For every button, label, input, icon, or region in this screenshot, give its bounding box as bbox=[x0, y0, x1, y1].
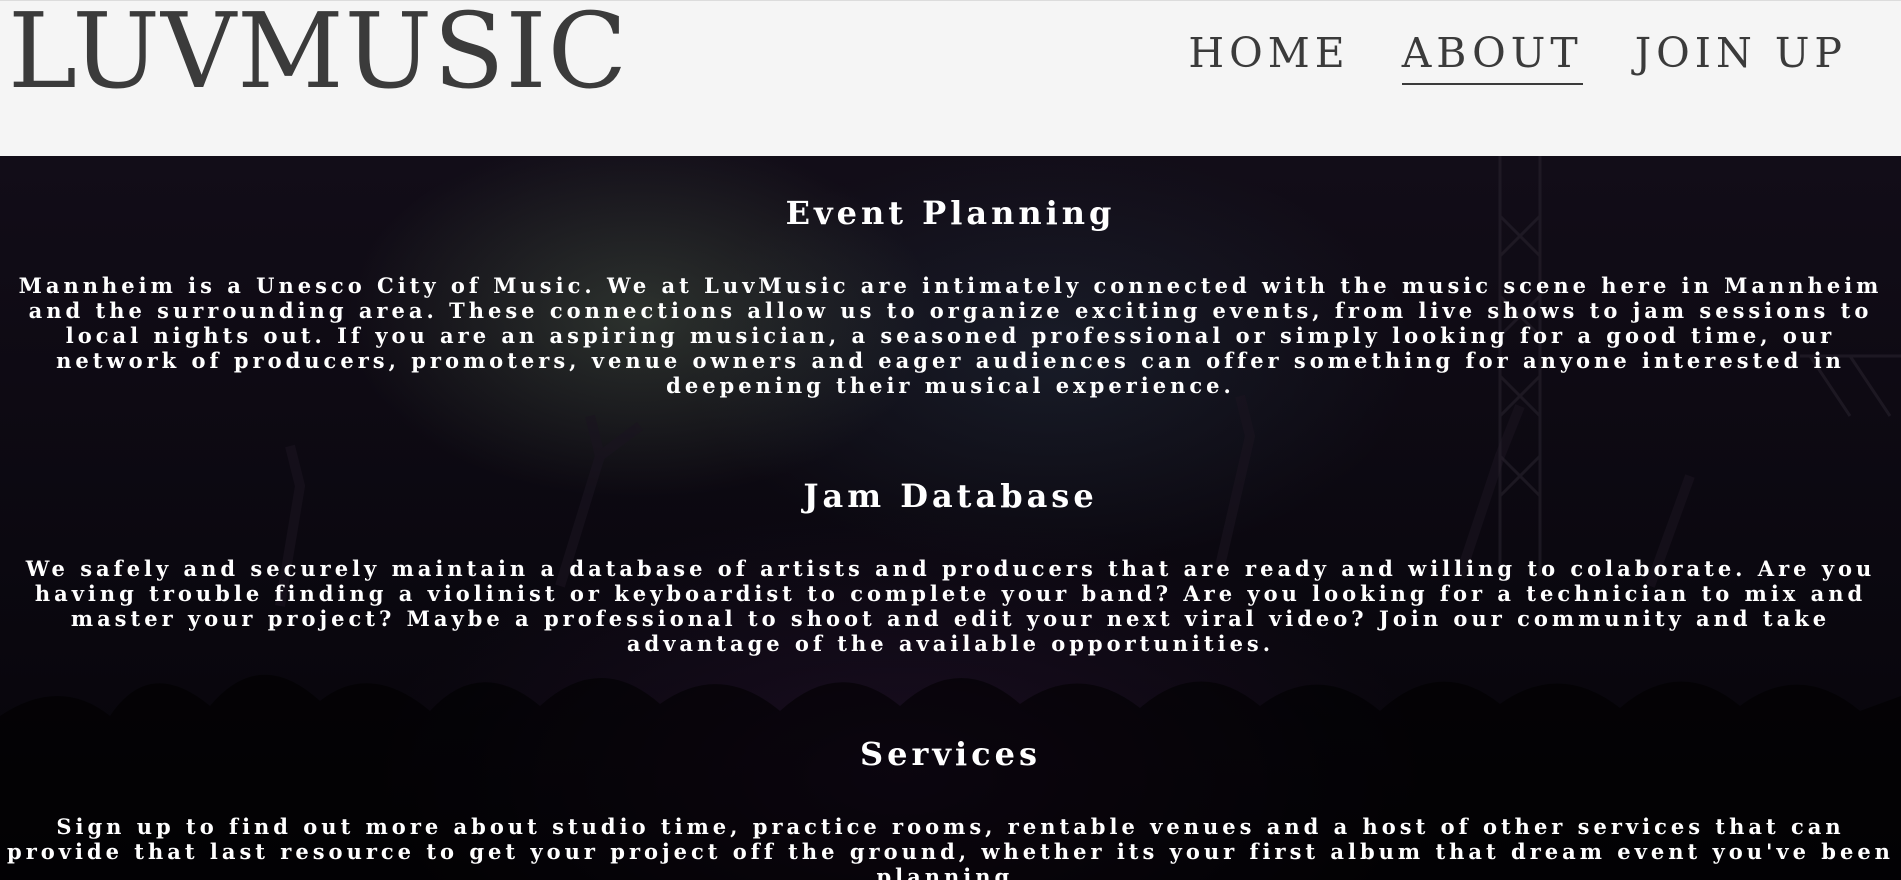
jam-database-heading: Jam Database bbox=[803, 477, 1098, 515]
event-planning-heading: Event Planning bbox=[785, 194, 1116, 232]
nav-about-link[interactable]: ABOUT bbox=[1401, 27, 1583, 85]
services-heading: Services bbox=[860, 735, 1041, 773]
event-planning-text: Mannheim is a Unesco City of Music. We a… bbox=[18, 273, 1883, 398]
nav-join-up-link[interactable]: JOIN UP bbox=[1635, 27, 1847, 85]
hero-background: Event Planning Mannheim is a Unesco City… bbox=[0, 156, 1901, 880]
main-nav: HOME ABOUT JOIN UP bbox=[1188, 27, 1847, 85]
services-text: Sign up to find out more about studio ti… bbox=[7, 814, 1894, 880]
site-logo[interactable]: LUVMUSIC bbox=[8, 0, 628, 106]
site-header: LUVMUSIC HOME ABOUT JOIN UP bbox=[0, 0, 1901, 156]
jam-database-text: We safely and securely maintain a databa… bbox=[25, 556, 1876, 656]
nav-home-link[interactable]: HOME bbox=[1188, 27, 1349, 85]
